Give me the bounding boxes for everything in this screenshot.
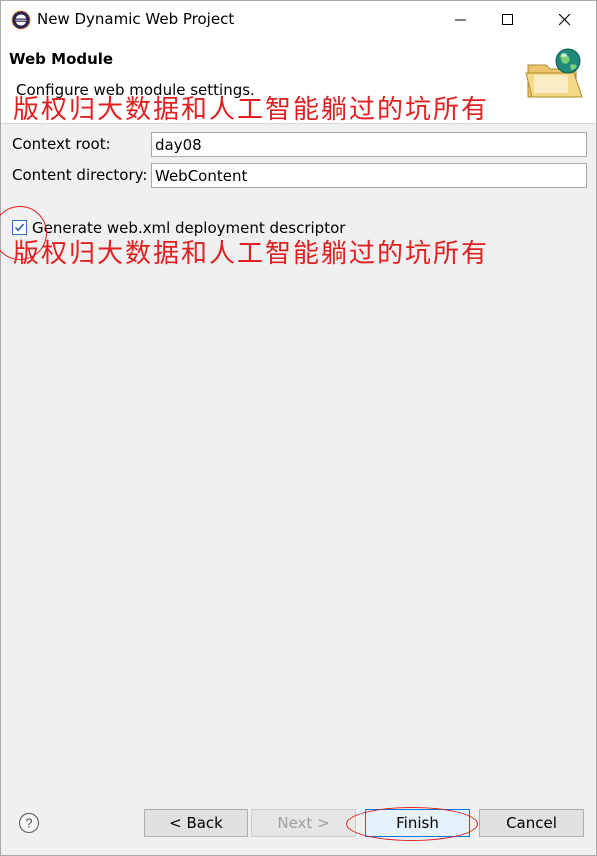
maximize-button[interactable] [485, 1, 531, 39]
close-button[interactable] [542, 1, 588, 39]
help-icon[interactable]: ? [18, 812, 40, 834]
back-button[interactable]: < Back [144, 809, 248, 837]
finish-button[interactable]: Finish [365, 809, 470, 837]
wizard-header: Web Module Configure web module settings… [1, 39, 596, 124]
svg-text:?: ? [25, 816, 32, 831]
web-folder-globe-icon [524, 47, 586, 103]
context-root-label: Context root: [12, 135, 111, 153]
window-title: New Dynamic Web Project [37, 10, 235, 28]
generate-web-xml-label[interactable]: Generate web.xml deployment descriptor [32, 219, 345, 237]
title-bar[interactable]: New Dynamic Web Project [1, 1, 596, 39]
minimize-button[interactable] [438, 1, 484, 39]
page-title: Web Module [9, 50, 114, 68]
content-directory-input[interactable] [151, 163, 587, 188]
cancel-button[interactable]: Cancel [479, 809, 584, 837]
context-root-input[interactable] [151, 132, 587, 157]
page-description: Configure web module settings. [16, 81, 255, 99]
watermark-text: 版权归大数据和人工智能躺过的坑所有 [13, 239, 490, 269]
generate-web-xml-checkbox[interactable] [12, 220, 27, 235]
dialog-window: New Dynamic Web Project Web Module Confi… [0, 0, 597, 856]
close-icon [559, 14, 571, 26]
next-button[interactable]: Next > [251, 809, 356, 837]
content-directory-label: Content directory: [12, 166, 148, 184]
maximize-icon [502, 14, 513, 25]
eclipse-app-icon [11, 10, 31, 30]
checkmark-icon [14, 223, 25, 232]
minimize-icon [455, 19, 466, 21]
